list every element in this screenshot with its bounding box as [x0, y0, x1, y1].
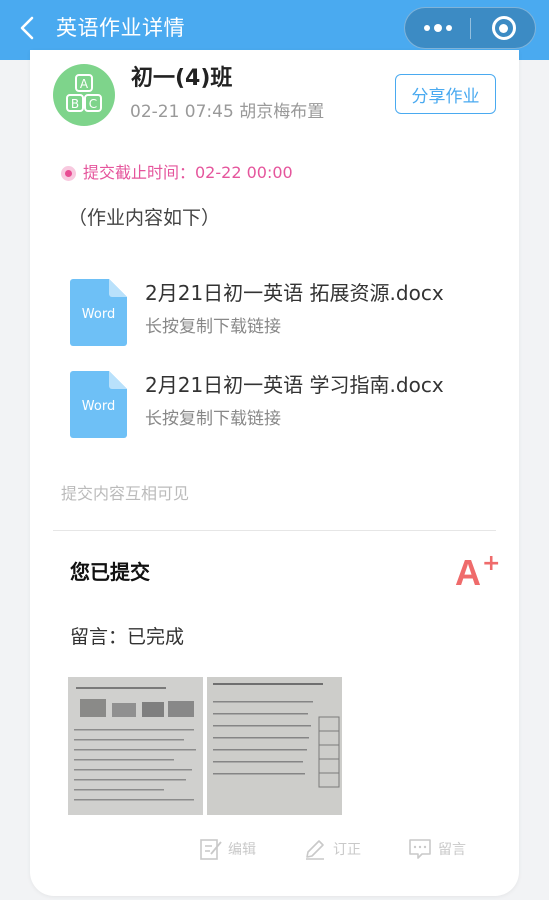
edit-button[interactable]: 编辑 — [200, 835, 256, 863]
file-type-label: Word — [81, 399, 116, 414]
submission-comment: 留言：已完成 — [70, 626, 185, 648]
avatar-letter-b: B — [71, 97, 79, 111]
page-title: 英语作业详情 — [56, 16, 185, 40]
file-type-label: Word — [81, 307, 116, 322]
share-assignment-button[interactable]: 分享作业 — [395, 74, 496, 114]
close-mini-program-icon[interactable] — [471, 8, 536, 48]
comment-button[interactable]: 留言 — [408, 835, 466, 863]
word-file-icon: Word — [70, 371, 127, 438]
deadline-text: 提交截止时间：02-22 00:00 — [83, 163, 293, 182]
grade-suffix: + — [482, 551, 501, 576]
submission-photo-2[interactable] — [207, 677, 342, 815]
correct-button[interactable]: 订正 — [303, 835, 361, 863]
submission-status: 您已提交 — [70, 560, 150, 584]
pencil-icon — [306, 840, 324, 860]
word-file-icon: Word — [70, 279, 127, 346]
content-note: （作业内容如下） — [68, 207, 221, 229]
assignment-meta: 02-21 07:45 胡京梅布置 — [130, 102, 325, 122]
grade-letter: A — [455, 552, 481, 593]
more-icon[interactable] — [405, 8, 470, 48]
avatar-letter-c: C — [89, 97, 97, 111]
correct-label: 订正 — [333, 842, 361, 858]
edit-label: 编辑 — [228, 842, 256, 858]
copy-link-hint: 长按复制下载链接 — [145, 409, 281, 429]
copy-link-hint: 长按复制下载链接 — [145, 317, 281, 337]
file-name: 2月21日初一英语 学习指南.docx — [145, 373, 444, 397]
class-avatar-abc-icon: A B C — [53, 64, 115, 126]
visibility-note: 提交内容互相可见 — [61, 484, 190, 503]
class-name: 初一(4)班 — [131, 66, 233, 91]
back-arrow-icon[interactable] — [14, 14, 42, 42]
mini-program-capsule — [404, 7, 536, 49]
section-divider — [53, 530, 496, 531]
file-name: 2月21日初一英语 拓展资源.docx — [145, 281, 444, 305]
deadline-dot-icon — [61, 166, 76, 181]
grade-badge: A + — [455, 552, 500, 593]
attachment-file-2[interactable]: Word 2月21日初一英语 学习指南.docx 长按复制下载链接 — [70, 371, 510, 443]
submission-photo-1[interactable] — [68, 677, 203, 815]
avatar-letter-a: A — [80, 77, 89, 91]
attachment-file-1[interactable]: Word 2月21日初一英语 拓展资源.docx 长按复制下载链接 — [70, 279, 510, 351]
edit-icon — [200, 839, 222, 860]
comment-label: 留言 — [438, 842, 466, 858]
comment-icon — [409, 839, 431, 859]
